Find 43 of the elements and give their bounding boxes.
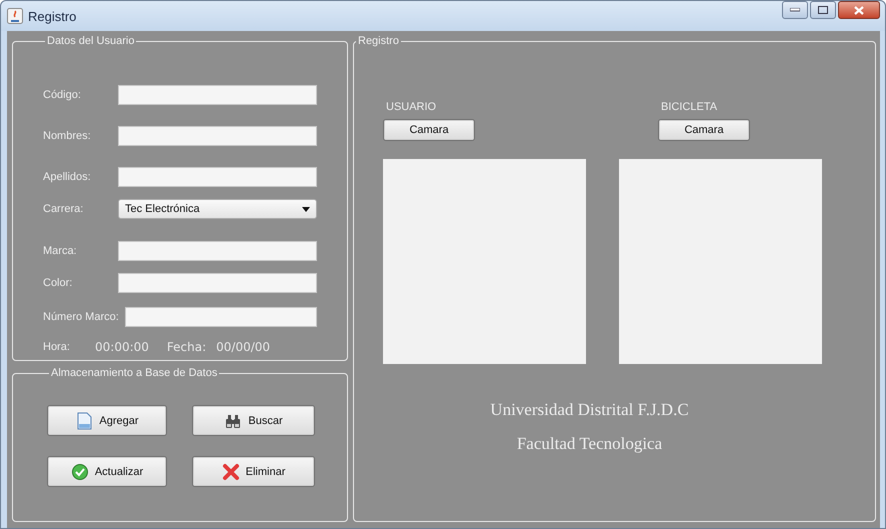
text-field[interactable] (118, 273, 317, 293)
app-icon (7, 8, 23, 24)
caret-icon (302, 206, 310, 212)
action-button[interactable]: Eliminar (192, 456, 315, 487)
check-icon (70, 462, 89, 480)
action-button[interactable]: Actualizar (47, 456, 167, 487)
close-icon (854, 6, 864, 14)
maximize-icon (818, 6, 828, 14)
group-title: Almacenamiento a Base de Datos (50, 367, 218, 379)
camera-label: BICICLETA (661, 101, 718, 113)
text-field[interactable] (118, 85, 317, 105)
field-label: Código: (43, 89, 82, 101)
field-label: Número Marco: (43, 311, 119, 323)
footer-text: Facultad Tecnologica (516, 434, 662, 454)
field-label: Marca: (43, 245, 78, 257)
document-icon (75, 412, 94, 430)
time-value: 00:00:00 (95, 340, 149, 354)
footer-text: Universidad Distrital F.J.D.C (490, 400, 689, 420)
career-dropdown[interactable]: Tec Electrónica (118, 199, 317, 219)
text-field[interactable] (124, 307, 317, 327)
cross-icon (222, 462, 240, 480)
date-label: Fecha: (166, 340, 206, 354)
camera-label: USUARIO (386, 101, 438, 113)
text-field[interactable] (118, 167, 317, 187)
camera-button[interactable]: Camara (658, 119, 750, 141)
close-button[interactable] (838, 1, 880, 19)
group-title: Registro (357, 35, 400, 47)
field-label: Color: (43, 277, 74, 289)
field-label: Apellidos: (43, 171, 92, 183)
field-label: Nombres: (43, 130, 92, 142)
action-button[interactable]: Buscar (192, 405, 315, 436)
text-field[interactable] (118, 126, 317, 146)
camera-button[interactable]: Camara (383, 119, 475, 141)
group-title: Datos del Usuario (46, 35, 136, 47)
window-title: Registro (28, 8, 78, 24)
field-label: Carrera: (43, 203, 84, 215)
text-field[interactable] (118, 241, 317, 261)
maximize-button[interactable] (810, 1, 836, 19)
minimize-button[interactable] (782, 1, 808, 19)
action-button[interactable]: Agregar (47, 405, 167, 436)
date-value: 00/00/00 (216, 340, 270, 354)
time-label: Hora: (43, 341, 71, 353)
minimize-icon (790, 8, 800, 12)
